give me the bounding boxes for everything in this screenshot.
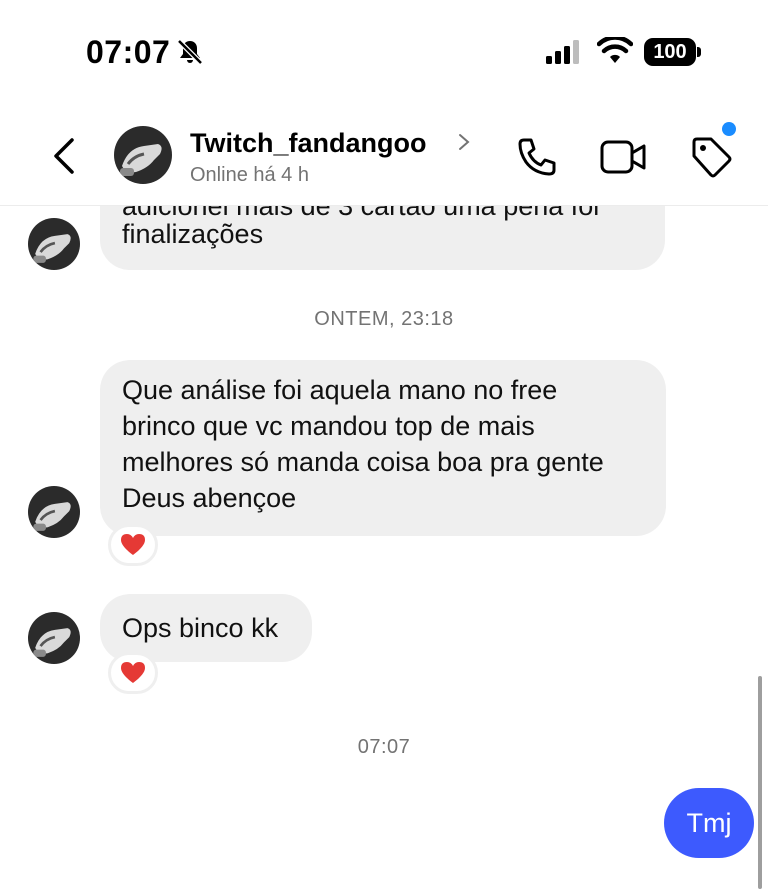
chevron-right-icon[interactable]: [456, 130, 472, 154]
back-arrow-icon[interactable]: [46, 134, 82, 178]
message-bubble[interactable]: Que análise foi aquela mano no free brin…: [100, 360, 666, 536]
scrollbar[interactable]: [758, 676, 762, 889]
message-line: Deus abençoe: [122, 483, 297, 513]
video-call-icon[interactable]: [598, 136, 648, 178]
phone-call-icon[interactable]: [514, 134, 560, 180]
message-text: finalizações: [122, 219, 264, 249]
chat-header: Twitch_fandangoo Online há 4 h: [0, 110, 768, 206]
sender-avatar[interactable]: [28, 486, 80, 538]
message-line: Que análise foi aquela mano no free: [122, 375, 558, 405]
heart-reaction[interactable]: [108, 652, 158, 694]
heart-icon: [121, 662, 145, 683]
cellular-signal-icon: [546, 40, 579, 64]
status-time: 07:07: [86, 34, 171, 70]
avatar-image-icon: [28, 612, 80, 664]
sender-avatar[interactable]: [28, 612, 80, 664]
message-text: Ops binco kk: [122, 613, 279, 643]
bell-slash-icon: [177, 39, 203, 65]
contact-name[interactable]: Twitch_fandangoo: [190, 128, 427, 159]
avatar-image-icon: [114, 126, 172, 184]
avatar-image-icon: [28, 486, 80, 538]
sender-avatar[interactable]: [28, 218, 80, 270]
presence-status: Online há 4 h: [190, 164, 309, 186]
outgoing-message-bubble[interactable]: Tmj: [664, 788, 754, 858]
message-line: melhores só manda coisa boa pra gente: [122, 447, 604, 477]
battery-indicator: 100: [644, 38, 702, 66]
contact-avatar[interactable]: [114, 126, 172, 184]
timestamp-divider: 07:07: [357, 736, 411, 758]
notification-dot: [722, 122, 736, 136]
battery-tip: [697, 47, 701, 57]
heart-reaction[interactable]: [108, 524, 158, 566]
timestamp-divider: ONTEM, 23:18: [314, 308, 454, 330]
status-bar: 07:07 100: [0, 0, 768, 100]
avatar-image-icon: [28, 218, 80, 270]
tag-icon[interactable]: [688, 134, 734, 180]
wifi-icon: [597, 37, 633, 63]
battery-level: 100: [644, 38, 696, 66]
heart-icon: [121, 534, 145, 555]
message-line: brinco que vc mandou top de mais: [122, 411, 535, 441]
